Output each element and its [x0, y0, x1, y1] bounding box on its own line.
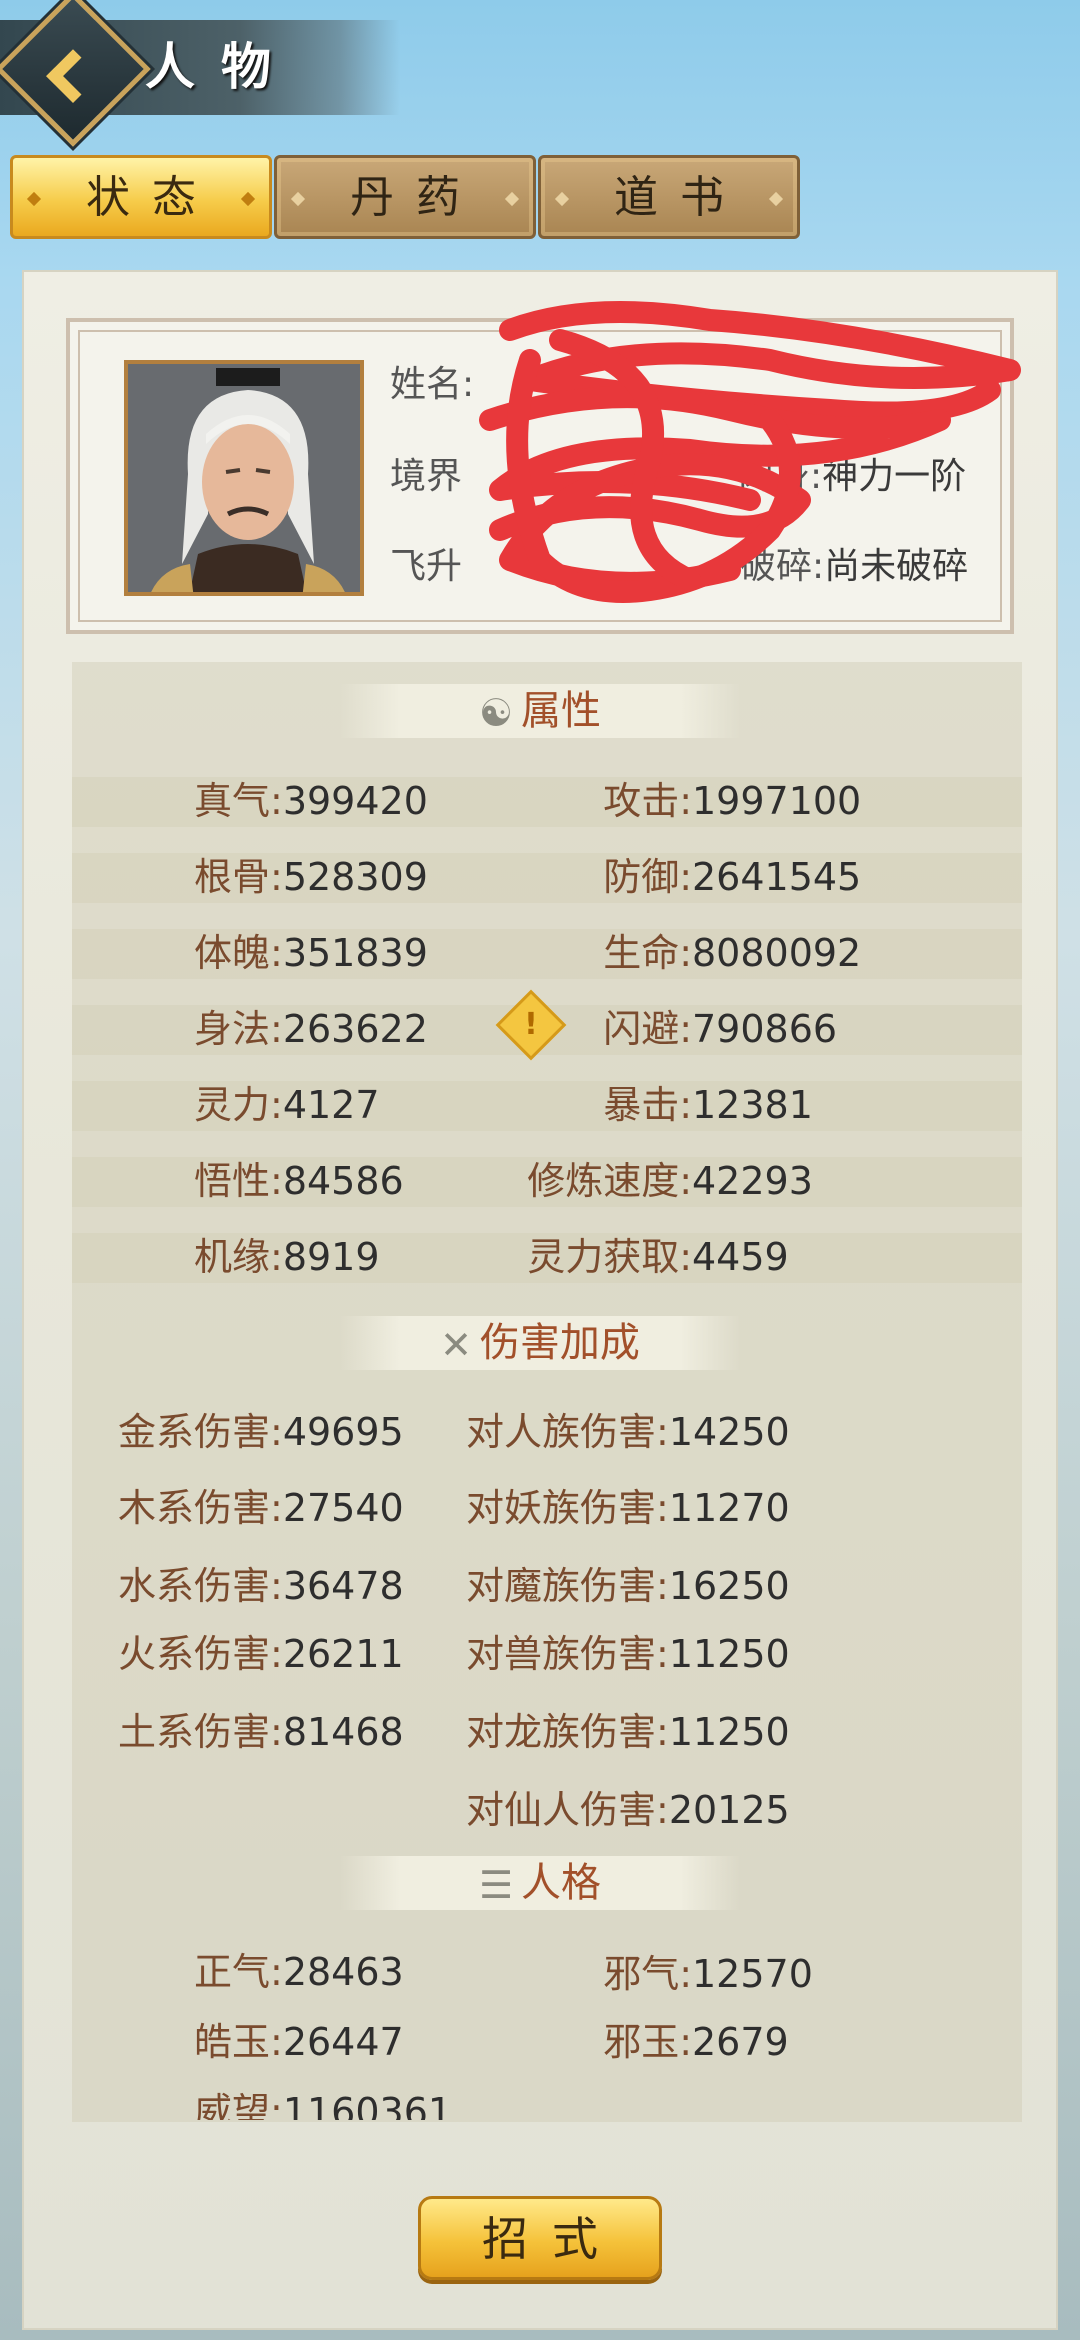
realm-label: 境界: [390, 456, 463, 497]
dmg-wood: 木系伤害:27540: [118, 1486, 404, 1530]
section-personality: ☰ 人格: [340, 1856, 740, 1910]
section-attributes-title: 属性: [521, 688, 602, 734]
stat-gengu: 根骨:528309: [194, 855, 428, 899]
tab-books[interactable]: 道书: [538, 155, 800, 239]
profile-name: 姓名:: [390, 360, 474, 410]
stat-shenfa: 身法:263622: [194, 1007, 428, 1051]
character-portrait[interactable]: [124, 360, 364, 596]
stat-zhengqi: 正气:28463: [194, 1950, 404, 1994]
dmg-fire: 火系伤害:26211: [118, 1632, 404, 1676]
stat-weiwang: 威望:1160361: [194, 2090, 453, 2120]
dmg-beast: 对兽族伤害:11250: [466, 1632, 790, 1676]
redaction-scribble: [479, 301, 1021, 603]
section-damage: ✕ 伤害加成: [340, 1316, 740, 1370]
scroll-icon: ☰: [478, 1863, 514, 1907]
stat-life: 生命:8080092: [603, 931, 862, 975]
stat-lingli: 灵力:4127: [194, 1083, 380, 1127]
tab-pills[interactable]: 丹药: [274, 155, 536, 239]
stat-zhenqi: 真气:399420: [194, 779, 428, 823]
stat-wuxing: 悟性:84586: [194, 1159, 404, 1203]
crossed-swords-icon: ✕: [440, 1323, 472, 1367]
dmg-metal: 金系伤害:49695: [118, 1410, 404, 1454]
page-title: 人物: [145, 37, 297, 96]
stat-crit: 暴击:12381: [603, 1083, 813, 1127]
stat-defense: 防御:2641545: [603, 855, 862, 899]
moves-button[interactable]: 招式: [418, 2196, 662, 2280]
name-label: 姓名:: [390, 364, 475, 405]
section-attributes: ☯ 属性: [340, 684, 740, 738]
section-damage-title: 伤害加成: [479, 1320, 640, 1366]
stat-cultivate-speed: 修炼速度:42293: [527, 1159, 813, 1203]
profile-realm: 境界: [390, 452, 462, 502]
dmg-dragon: 对龙族伤害:11250: [466, 1710, 790, 1754]
tab-pills-label: 丹药: [350, 172, 482, 223]
stat-xieyu: 邪玉:2679: [603, 2020, 789, 2064]
ascend-label: 飞升: [390, 546, 463, 587]
dmg-human: 对人族伤害:14250: [466, 1410, 790, 1454]
stat-xieqi: 邪气:12570: [603, 1952, 813, 1996]
dmg-immortal: 对仙人伤害:20125: [466, 1788, 790, 1832]
stat-haoyu: 皓玉:26447: [194, 2020, 404, 2064]
tab-status-label: 状态: [86, 172, 218, 223]
dmg-earth: 土系伤害:81468: [118, 1710, 404, 1754]
chevron-left-icon: [46, 49, 100, 103]
yin-yang-icon: ☯: [478, 691, 514, 735]
stat-jiyuan: 机缘:8919: [194, 1235, 380, 1279]
tab-books-label: 道书: [614, 172, 746, 223]
tab-status[interactable]: 状态: [10, 155, 272, 239]
stat-tipo: 体魄:351839: [194, 931, 428, 975]
profile-ascend: 飞升: [390, 542, 462, 592]
dmg-devil: 对魔族伤害:16250: [466, 1564, 790, 1608]
stat-attack: 攻击:1997100: [603, 779, 862, 823]
dmg-water: 水系伤害:36478: [118, 1564, 404, 1608]
stat-lingli-gain: 灵力获取:4459: [527, 1235, 789, 1279]
section-personality-title: 人格: [521, 1860, 602, 1906]
portrait-icon: [128, 364, 360, 592]
dmg-demon: 对妖族伤害:11270: [466, 1486, 790, 1530]
